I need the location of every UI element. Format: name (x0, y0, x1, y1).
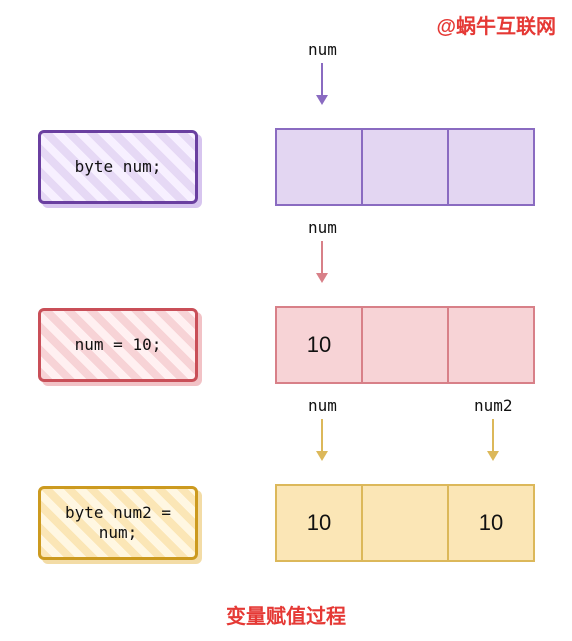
arrow-num-1: num (308, 40, 337, 103)
arrow-down-icon (321, 63, 323, 103)
arrow-label: num (308, 396, 337, 415)
caption-label: 变量赋值过程 (226, 600, 346, 629)
code-box-copy: byte num2 = num; (38, 486, 198, 560)
memory-cell (275, 128, 363, 206)
code-text: byte num2 = num; (65, 503, 171, 543)
memory-cell (361, 128, 449, 206)
watermark-label: @蜗牛互联网 (436, 10, 556, 39)
arrow-down-icon (321, 419, 323, 459)
code-box-declare: byte num; (38, 130, 198, 204)
memory-cell (447, 306, 535, 384)
arrow-num-2: num (308, 218, 337, 281)
diagram-stage: @蜗牛互联网 num byte num; num num = 10; 10 nu… (0, 0, 572, 641)
memory-cell (447, 128, 535, 206)
arrow-down-icon (492, 419, 494, 459)
memory-row-1 (275, 128, 535, 206)
arrow-label: num (308, 40, 337, 59)
memory-cell (361, 484, 449, 562)
arrow-down-icon (321, 241, 323, 281)
arrow-num-3: num (308, 396, 337, 459)
arrow-num2-3: num2 (474, 396, 513, 459)
memory-cell (361, 306, 449, 384)
memory-cell: 10 (275, 306, 363, 384)
arrow-label: num2 (474, 396, 513, 415)
memory-row-3: 10 10 (275, 484, 535, 562)
memory-cell: 10 (275, 484, 363, 562)
arrow-label: num (308, 218, 337, 237)
code-box-assign: num = 10; (38, 308, 198, 382)
memory-row-2: 10 (275, 306, 535, 384)
code-text: num = 10; (75, 335, 162, 355)
code-text: byte num; (75, 157, 162, 177)
memory-cell: 10 (447, 484, 535, 562)
